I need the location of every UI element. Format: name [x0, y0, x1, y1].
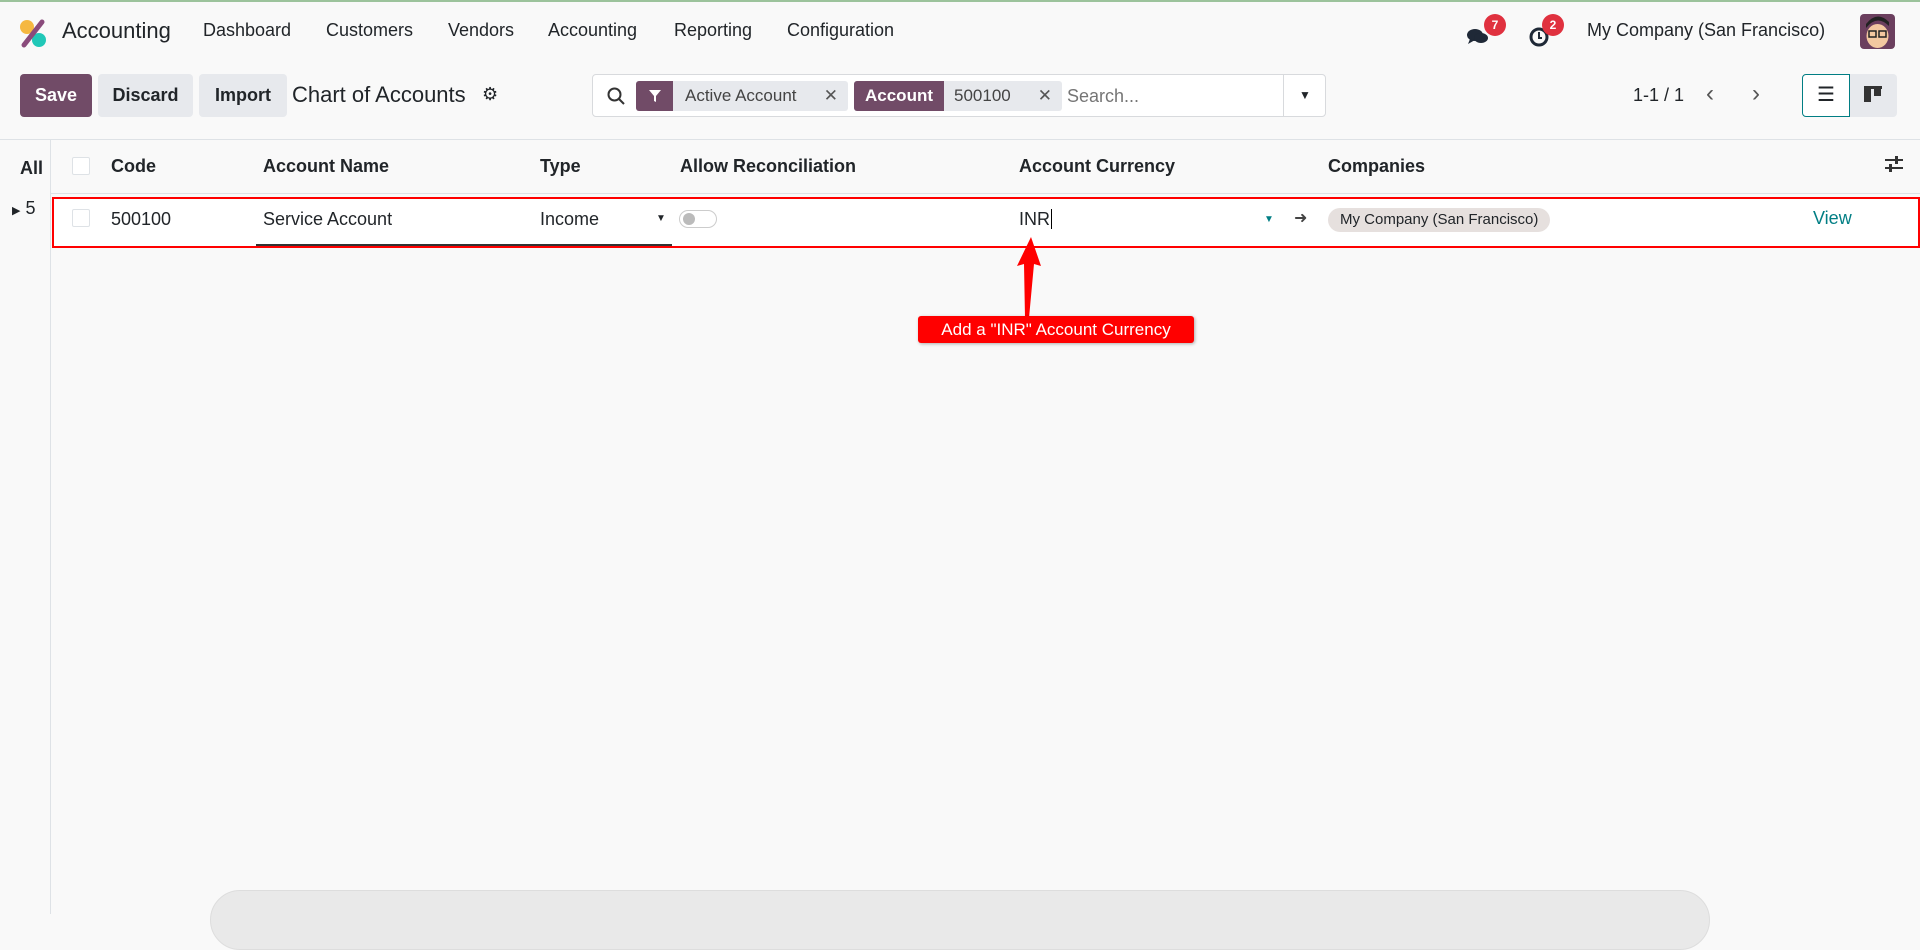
- header-account-currency[interactable]: Account Currency: [1019, 156, 1175, 177]
- activities-badge: 2: [1542, 14, 1564, 36]
- pager-value: 1-1 / 1: [1633, 85, 1685, 105]
- remove-facet-icon[interactable]: ✕: [824, 81, 848, 111]
- search-options-toggle[interactable]: ▼: [1283, 75, 1326, 116]
- menu-customers[interactable]: Customers: [326, 20, 413, 41]
- sidebar-group[interactable]: ▶ 5: [12, 198, 36, 219]
- sidebar-divider: [50, 140, 51, 914]
- header-allow-reconciliation[interactable]: Allow Reconciliation: [680, 156, 856, 177]
- sidebar-all[interactable]: All: [20, 158, 43, 179]
- edit-underline: [256, 244, 672, 246]
- top-border: [0, 0, 1920, 2]
- page-title: Chart of Accounts: [292, 82, 466, 107]
- pager-next-icon[interactable]: ›: [1752, 80, 1760, 108]
- reconcile-toggle[interactable]: [679, 210, 717, 228]
- facet-account[interactable]: Account 500100 ✕: [854, 81, 1062, 111]
- divider: [0, 139, 1920, 140]
- messages-button[interactable]: 7: [1466, 14, 1506, 48]
- kanban-view-button[interactable]: [1850, 74, 1897, 117]
- cell-account-name[interactable]: Service Account: [263, 209, 392, 230]
- annotation-label: Add a "INR" Account Currency: [918, 316, 1194, 343]
- currency-dropdown-icon[interactable]: ▼: [1264, 214, 1274, 225]
- cell-code[interactable]: 500100: [111, 209, 171, 230]
- app-logo[interactable]: [18, 18, 48, 48]
- import-button[interactable]: Import: [199, 74, 287, 117]
- save-button[interactable]: Save: [20, 74, 92, 117]
- group-count: 5: [25, 198, 36, 218]
- remove-facet-icon[interactable]: ✕: [1038, 81, 1062, 111]
- search-input[interactable]: [1067, 83, 1267, 109]
- menu-accounting[interactable]: Accounting: [548, 20, 637, 41]
- header-account-name[interactable]: Account Name: [263, 156, 389, 177]
- facet-active-account[interactable]: Active Account ✕: [636, 81, 848, 111]
- filter-icon: [636, 81, 673, 111]
- cell-type[interactable]: Income: [540, 209, 599, 230]
- kanban-icon: [1864, 86, 1882, 102]
- menu-configuration[interactable]: Configuration: [787, 20, 894, 41]
- list-view-button[interactable]: ☰: [1802, 74, 1850, 117]
- type-dropdown-icon[interactable]: ▼: [656, 213, 666, 224]
- currency-value: INR: [1019, 209, 1050, 229]
- facet-value: 500100: [954, 86, 1011, 105]
- header-type[interactable]: Type: [540, 156, 581, 177]
- caret-right-icon: ▶: [12, 205, 21, 217]
- search-icon: [607, 87, 625, 105]
- gear-icon[interactable]: ⚙: [482, 84, 498, 105]
- currency-input[interactable]: INR: [1019, 209, 1052, 230]
- facet-field: Account: [854, 81, 944, 111]
- facet-label: Active Account: [685, 86, 797, 105]
- internal-link-arrow-icon[interactable]: ➜: [1294, 208, 1307, 228]
- row-checkbox[interactable]: [72, 209, 90, 227]
- annotation-arrow-icon: [1017, 237, 1041, 318]
- pager-prev-icon[interactable]: ‹: [1706, 80, 1714, 108]
- user-avatar[interactable]: [1860, 14, 1895, 49]
- app-name[interactable]: Accounting: [62, 18, 171, 44]
- menu-vendors[interactable]: Vendors: [448, 20, 514, 41]
- search-bar[interactable]: Active Account ✕ Account 500100 ✕ ▼: [592, 74, 1326, 117]
- activities-button[interactable]: 2: [1528, 14, 1564, 48]
- company-switcher[interactable]: My Company (San Francisco): [1587, 20, 1825, 41]
- header-companies[interactable]: Companies: [1328, 156, 1425, 177]
- menu-reporting[interactable]: Reporting: [674, 20, 752, 41]
- header-divider: [51, 193, 1920, 194]
- header-code[interactable]: Code: [111, 156, 156, 177]
- view-link[interactable]: View: [1813, 208, 1852, 229]
- discard-button[interactable]: Discard: [98, 74, 193, 117]
- menu-dashboard[interactable]: Dashboard: [203, 20, 291, 41]
- messages-badge: 7: [1484, 14, 1506, 36]
- optional-columns-icon[interactable]: [1884, 154, 1904, 179]
- bottom-overlay: [210, 890, 1710, 950]
- select-all-checkbox[interactable]: [72, 157, 90, 175]
- company-tag[interactable]: My Company (San Francisco): [1328, 208, 1551, 232]
